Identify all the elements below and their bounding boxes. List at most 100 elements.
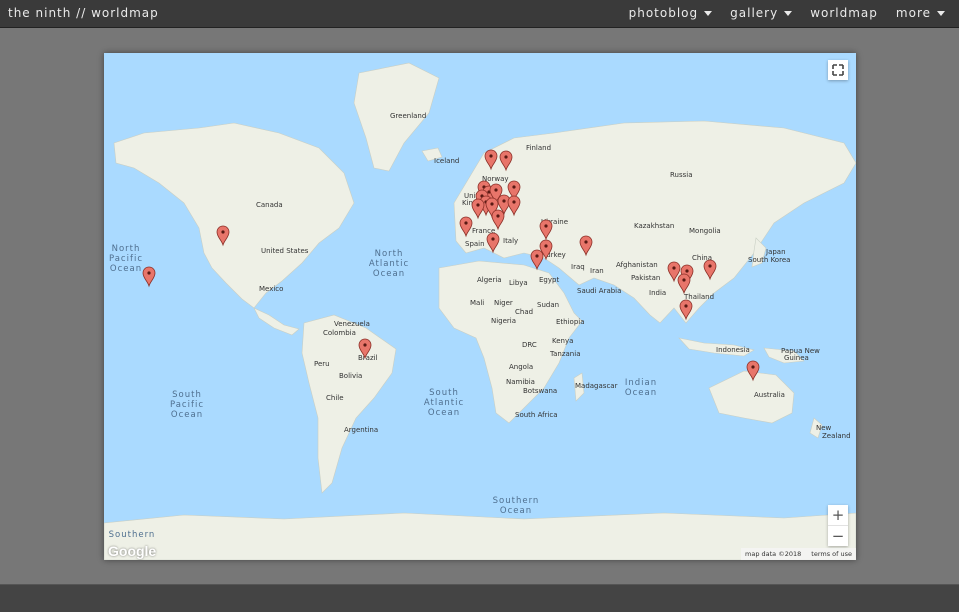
- country-label: Sudan: [537, 301, 559, 309]
- ocean-label-line: Atlantic: [369, 259, 409, 269]
- ocean-labels: North Pacific OceanNorth Atlantic OceanSouth…: [109, 244, 657, 540]
- nav-more-label: more: [895, 6, 931, 20]
- terms-of-use-link[interactable]: terms of use: [811, 550, 852, 558]
- ocean-label: North Atlantic Ocean: [369, 249, 409, 279]
- country-label: Russia: [670, 171, 693, 179]
- country-label: Chile: [326, 394, 344, 402]
- country-label: Libya: [509, 279, 528, 287]
- ocean-label-line: Ocean: [171, 410, 203, 420]
- world-map[interactable]: Greenland Finland Iceland Norway Russia Canad…: [104, 53, 856, 560]
- ocean-label-line: Southern: [493, 496, 540, 506]
- country-label: Botswana: [523, 387, 557, 395]
- fullscreen-button[interactable]: [828, 60, 848, 80]
- map-pin-icon[interactable]: [142, 266, 156, 288]
- map-attribution: map data ©2018 terms of use: [741, 548, 856, 560]
- chevron-down-icon: [704, 10, 713, 16]
- chevron-down-icon: [937, 10, 945, 16]
- ocean-label-line: Ocean: [428, 408, 460, 418]
- country-label: Mongolia: [689, 227, 721, 235]
- country-label: Argentina: [344, 426, 378, 434]
- country-label: Guinea: [784, 354, 809, 362]
- country-label: South Africa: [515, 411, 558, 419]
- country-label: United States: [261, 247, 309, 255]
- country-label: Namibia: [506, 378, 535, 386]
- ocean-label-line: Indian: [625, 378, 657, 388]
- ocean-label: South Atlantic Ocean: [424, 388, 464, 418]
- country-label: Indonesia: [716, 346, 750, 354]
- ocean-label-line: Ocean: [373, 269, 405, 279]
- country-label: Iceland: [434, 157, 459, 165]
- country-label: Peru: [314, 360, 330, 368]
- country-label: Ethiopia: [556, 318, 585, 326]
- nav-worldmap-label: worldmap: [810, 6, 878, 20]
- zoom-control: + −: [828, 505, 848, 546]
- ocean-label-line: Ocean: [110, 264, 142, 274]
- country-label: Finland: [526, 144, 551, 152]
- country-label: Nigeria: [491, 317, 516, 325]
- country-label: Brazil: [358, 354, 378, 362]
- nav-gallery[interactable]: gallery: [730, 6, 793, 20]
- top-nav-bar: the ninth // worldmap photoblog gallery …: [0, 0, 959, 28]
- country-label: Thailand: [683, 293, 714, 301]
- country-label: Bolivia: [339, 372, 362, 380]
- ocean-label-line: South: [172, 390, 202, 400]
- landmasses: [104, 62, 856, 560]
- ocean-label: Southern: [109, 530, 156, 540]
- nav-more[interactable]: more: [896, 6, 945, 20]
- ocean-label-line: North: [375, 249, 404, 259]
- country-label: South Korea: [748, 256, 790, 264]
- country-label: Kenya: [552, 337, 573, 345]
- country-label: Japan: [765, 248, 786, 256]
- country-label: Mexico: [259, 285, 283, 293]
- footer-bar: [0, 584, 959, 612]
- site-title[interactable]: the ninth // worldmap: [8, 6, 159, 20]
- country-label: Colombia: [323, 329, 356, 337]
- ocean-label-line: Atlantic: [424, 398, 464, 408]
- nav-gallery-label: gallery: [730, 6, 779, 20]
- nav-photoblog-label: photoblog: [628, 6, 699, 20]
- map-canvas[interactable]: GreenlandFinlandIcelandNorway RussiaCanad…: [104, 53, 856, 560]
- country-label: Tanzania: [549, 350, 580, 358]
- country-label: Iran: [590, 267, 604, 275]
- country-label: Mali: [470, 299, 484, 307]
- country-label: Italy: [503, 237, 518, 245]
- zoom-in-button[interactable]: +: [828, 505, 848, 525]
- chevron-down-icon: [784, 10, 793, 16]
- ocean-label: South Pacific Ocean: [170, 390, 204, 420]
- ocean-label-line: South: [429, 388, 459, 398]
- country-label: New: [816, 424, 832, 432]
- country-label: Chad: [515, 308, 533, 316]
- ocean-label-line: Ocean: [500, 506, 532, 516]
- country-label: Afghanistan: [616, 261, 658, 269]
- country-label: DRC: [522, 341, 537, 349]
- nav-photoblog[interactable]: photoblog: [629, 6, 713, 20]
- ocean-label-line: Pacific: [109, 254, 143, 264]
- country-label: Niger: [494, 299, 513, 307]
- google-logo[interactable]: Google: [108, 543, 156, 559]
- country-label: India: [649, 289, 666, 297]
- map-data-credit: map data ©2018: [745, 550, 802, 558]
- country-label: Angola: [509, 363, 533, 371]
- country-label: Iraq: [571, 263, 585, 271]
- country-label: Kazakhstan: [634, 222, 674, 230]
- nav-worldmap[interactable]: worldmap: [810, 6, 878, 20]
- map-pin-icon[interactable]: [530, 249, 544, 271]
- country-label: Algeria: [477, 276, 502, 284]
- country-label: Spain: [465, 240, 485, 248]
- country-label: Australia: [754, 391, 785, 399]
- ocean-label-line: North: [112, 244, 141, 254]
- zoom-out-button[interactable]: −: [828, 526, 848, 546]
- main-nav: photoblog gallery worldmap more: [629, 6, 945, 20]
- ocean-label: North Pacific Ocean: [109, 244, 143, 274]
- ocean-label: Southern Ocean: [493, 496, 540, 516]
- ocean-label-line: Pacific: [170, 400, 204, 410]
- ocean-label-line: Southern: [109, 530, 156, 540]
- country-label: Zealand: [822, 432, 851, 440]
- country-label: Canada: [256, 201, 283, 209]
- ocean-label: Indian Ocean: [625, 378, 657, 398]
- country-label: Saudi Arabia: [577, 287, 621, 295]
- fullscreen-icon: [832, 64, 844, 76]
- country-label: Greenland: [390, 112, 426, 120]
- country-label: Pakistan: [631, 274, 660, 282]
- country-label: Venezuela: [334, 320, 370, 328]
